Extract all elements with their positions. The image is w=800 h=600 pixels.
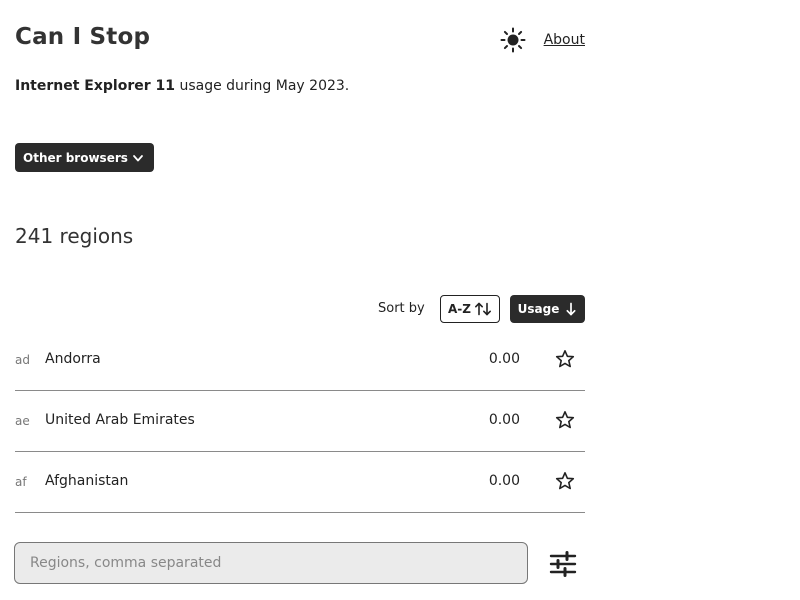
favorite-button[interactable]	[555, 349, 575, 369]
browser-name: Internet Explorer 11	[15, 78, 175, 94]
sort-az-button[interactable]: A-Z	[440, 295, 500, 323]
favorite-button[interactable]	[555, 410, 575, 430]
region-list: ad Andorra 0.00 ae United Arab Emirates …	[15, 330, 585, 513]
page-header: Can I Stop About	[15, 20, 585, 60]
swap-vertical-icon	[474, 302, 491, 316]
region-code: ad	[15, 353, 30, 367]
star-icon	[555, 471, 575, 490]
region-row: ad Andorra 0.00	[15, 330, 585, 391]
sort-usage-button[interactable]: Usage	[510, 295, 585, 323]
theme-toggle-button[interactable]	[499, 26, 527, 54]
region-usage: 0.00	[488, 412, 520, 428]
chevron-down-icon	[133, 154, 143, 161]
region-row: ae United Arab Emirates 0.00	[15, 391, 585, 452]
region-row: af Afghanistan 0.00	[15, 452, 585, 513]
filter-settings-button[interactable]	[549, 551, 577, 577]
usage-period: usage during May 2023.	[179, 78, 350, 94]
other-browsers-label: Other browsers	[23, 150, 128, 165]
page: Can I Stop About Internet Explorer 11 us	[0, 0, 800, 600]
sort-label: Sort by	[378, 301, 425, 316]
star-icon	[555, 349, 575, 368]
sun-icon	[500, 27, 526, 53]
arrow-down-icon	[566, 302, 576, 316]
other-browsers-button[interactable]: Other browsers	[15, 143, 154, 172]
usage-summary: Internet Explorer 11 usage during May 20…	[15, 78, 349, 94]
region-name: United Arab Emirates	[45, 412, 195, 428]
region-filter-input[interactable]	[14, 542, 528, 584]
about-link[interactable]: About	[544, 32, 585, 48]
region-usage: 0.00	[488, 351, 520, 367]
region-code: ae	[15, 414, 30, 428]
sliders-icon	[549, 551, 577, 577]
region-name: Afghanistan	[45, 473, 129, 489]
star-icon	[555, 410, 575, 429]
region-code: af	[15, 475, 27, 489]
favorite-button[interactable]	[555, 471, 575, 491]
sort-usage-label: Usage	[517, 302, 560, 316]
page-title: Can I Stop	[15, 24, 151, 50]
region-count: 241 regions	[15, 224, 134, 248]
region-name: Andorra	[45, 351, 101, 367]
sort-az-label: A-Z	[448, 302, 471, 316]
region-usage: 0.00	[488, 473, 520, 489]
